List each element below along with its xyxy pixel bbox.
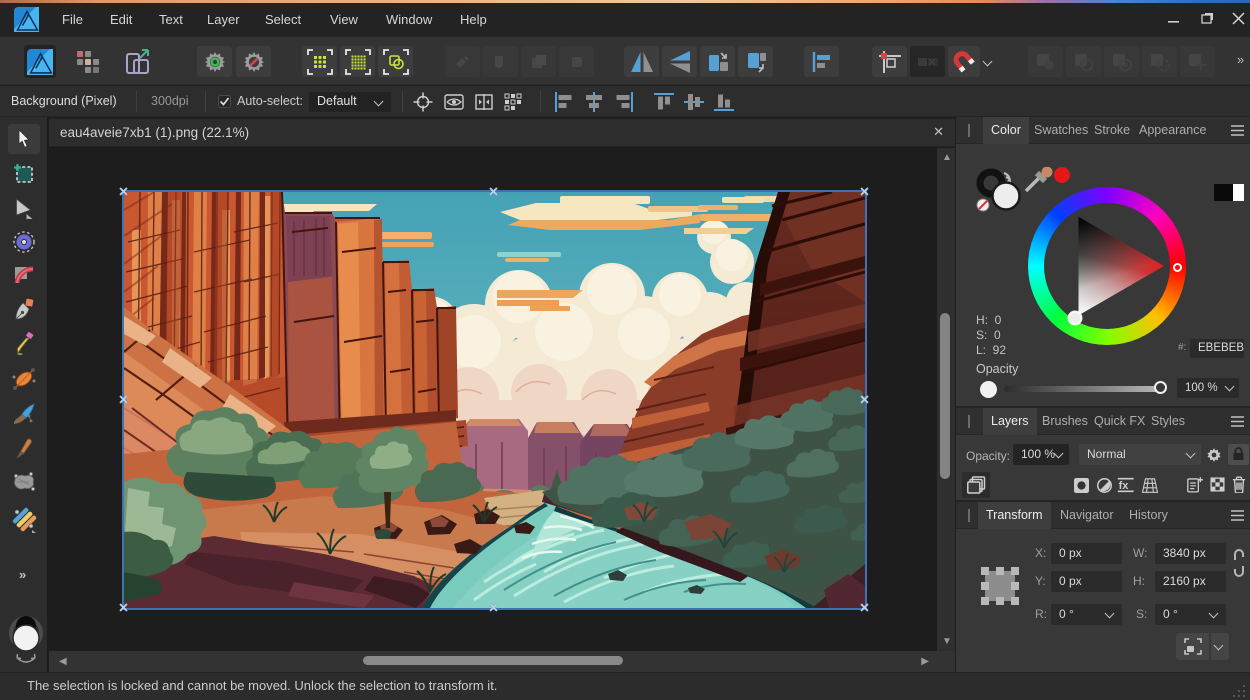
svg-text:fx: fx <box>1119 480 1130 492</box>
